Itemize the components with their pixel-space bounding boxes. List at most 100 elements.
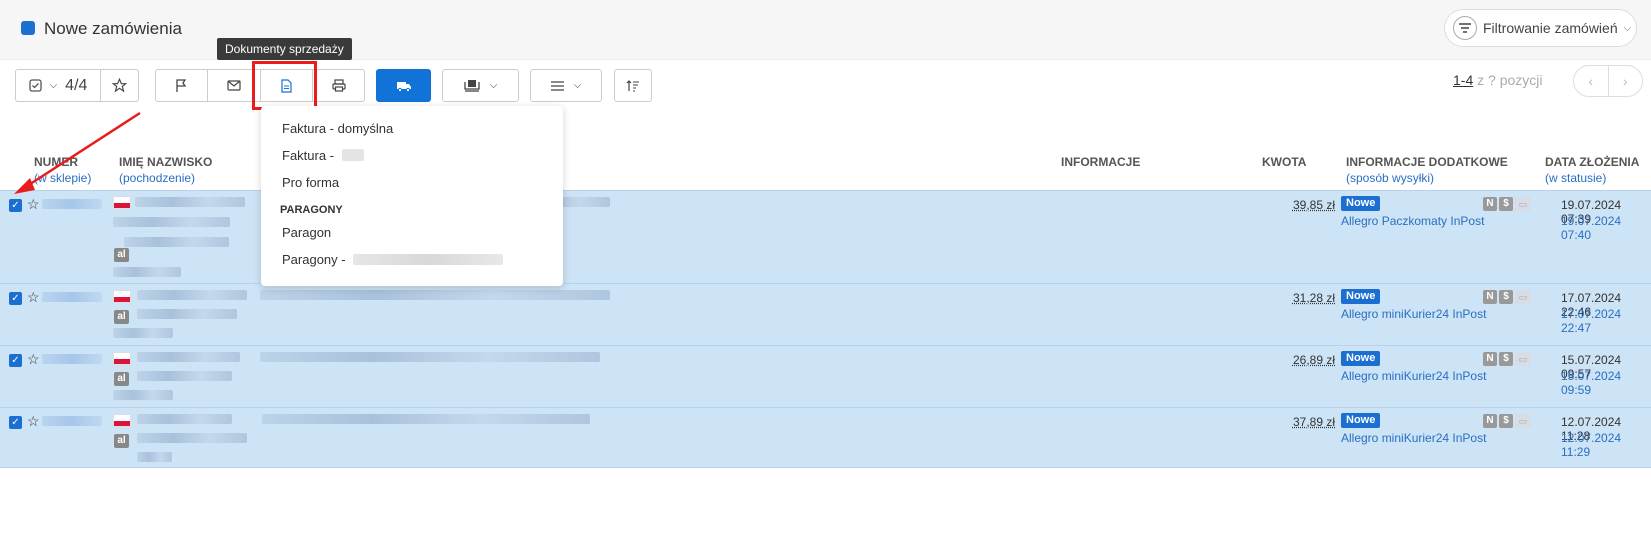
chevron-down-icon: ⌵ xyxy=(573,80,582,91)
sort-icon xyxy=(626,79,639,92)
row-checkbox[interactable]: ✓ xyxy=(9,354,22,367)
table-row[interactable]: ✓ ☆ al 26,89 zł Nowe N $ ▭ Allegro miniK… xyxy=(0,345,1651,407)
shipping-status-icon: ▭ xyxy=(1515,290,1531,304)
prev-page-button[interactable]: ‹ xyxy=(1574,66,1609,96)
n-icon: N xyxy=(1483,414,1497,428)
col-extra[interactable]: INFORMACJE DODATKOWE xyxy=(1346,155,1508,169)
filter-icon xyxy=(1453,16,1477,40)
mail-icon xyxy=(227,80,241,91)
printer-icon xyxy=(331,79,346,92)
menu-item-receipt[interactable]: Paragon xyxy=(282,225,331,240)
customer-detail xyxy=(137,309,237,319)
poland-flag-icon xyxy=(113,414,131,427)
order-info xyxy=(260,290,610,300)
row-checkbox[interactable]: ✓ xyxy=(9,199,22,212)
star-icon[interactable]: ☆ xyxy=(27,351,40,368)
table-row[interactable]: ✓ ☆ al 37,89 zł Nowe N $ ▭ Allegro miniK… xyxy=(0,407,1651,468)
customer-detail xyxy=(113,328,173,338)
order-number[interactable] xyxy=(42,199,102,209)
menu-item-proforma[interactable]: Pro forma xyxy=(282,175,339,190)
payment-icon: $ xyxy=(1499,414,1513,428)
customer-detail xyxy=(124,237,229,247)
n-icon: N xyxy=(1483,290,1497,304)
date-status: 12.07.2024 11:29 xyxy=(1561,431,1622,459)
chevron-right-icon: › xyxy=(1622,73,1628,89)
customer-detail xyxy=(113,267,181,277)
poland-flag-icon xyxy=(113,352,131,365)
date-status: 19.07.2024 07:40 xyxy=(1561,214,1622,242)
status-badge: Nowe xyxy=(1341,196,1381,211)
col-date[interactable]: DATA ZŁOŻENIA xyxy=(1545,155,1639,169)
chevron-down-icon: ⌵ xyxy=(489,80,498,91)
menu-icon xyxy=(550,80,564,91)
customer-detail xyxy=(137,452,172,462)
customer-detail xyxy=(113,217,230,227)
payment-icon: $ xyxy=(1499,290,1513,304)
col-info[interactable]: INFORMACJE xyxy=(1061,155,1140,169)
filter-label: Filtrowanie zamówień xyxy=(1483,20,1618,36)
allegro-badge: al xyxy=(114,372,129,386)
menu-item-receipts-label: Paragony - xyxy=(282,252,346,267)
payment-icon: $ xyxy=(1499,352,1513,366)
next-page-button[interactable]: › xyxy=(1609,66,1643,96)
redacted-text xyxy=(341,149,364,161)
star-icon[interactable]: ☆ xyxy=(27,289,40,306)
menu-item-receipts[interactable]: Paragony - xyxy=(282,252,504,267)
print-button[interactable] xyxy=(313,69,365,102)
col-extra-sub: (sposób wysyłki) xyxy=(1346,171,1435,185)
shipping-method: Allegro miniKurier24 InPost xyxy=(1341,369,1487,383)
allegro-badge: al xyxy=(114,434,129,448)
warehouse-dropdown[interactable]: ⌵ xyxy=(442,69,519,102)
poland-flag-icon xyxy=(113,290,131,303)
allegro-badge: al xyxy=(114,248,129,262)
customer-detail xyxy=(137,371,232,381)
shipping-button[interactable] xyxy=(376,69,431,102)
shipping-status-icon: ▭ xyxy=(1515,414,1531,428)
star-icon[interactable]: ☆ xyxy=(27,413,40,430)
shipping-method: Allegro miniKurier24 InPost xyxy=(1341,307,1487,321)
date-status: 17.07.2024 22:47 xyxy=(1561,307,1622,335)
shipping-method: Allegro miniKurier24 InPost xyxy=(1341,431,1487,445)
row-checkbox[interactable]: ✓ xyxy=(9,416,22,429)
pagination-range[interactable]: 1-4 xyxy=(1453,72,1473,88)
filter-orders-button[interactable]: Filtrowanie zamówień ⌵ xyxy=(1444,9,1637,47)
customer-name xyxy=(137,290,247,300)
status-badge: Nowe xyxy=(1341,413,1381,428)
date-status: 15.07.2024 09:59 xyxy=(1561,369,1622,397)
tooltip: Dokumenty sprzedaży xyxy=(217,38,352,60)
shipping-status-icon: ▭ xyxy=(1515,352,1531,366)
pallet-icon xyxy=(464,80,480,92)
order-amount: 31,28 zł xyxy=(1292,291,1335,305)
pager: ‹ › xyxy=(1573,65,1643,97)
menu-section-receipts: PARAGONY xyxy=(280,204,343,216)
menu-item-invoice-default[interactable]: Faktura - domyślna xyxy=(282,121,393,136)
shipping-method: Allegro Paczkomaty InPost xyxy=(1341,214,1485,228)
status-badge: Nowe xyxy=(1341,289,1381,304)
customer-name xyxy=(137,352,240,362)
table-row[interactable]: ✓ ☆ al 31,28 zł Nowe N $ ▭ Allegro miniK… xyxy=(0,283,1651,345)
order-amount: 39,85 zł xyxy=(1292,198,1335,212)
page: Nowe zamówienia Filtrowanie zamówień ⌵ D… xyxy=(0,0,1651,547)
col-date-sub: (w statusie) xyxy=(1545,171,1607,185)
menu-item-invoice-label: Faktura - xyxy=(282,148,335,163)
order-number[interactable] xyxy=(42,354,102,364)
order-number[interactable] xyxy=(42,292,102,302)
col-amount[interactable]: KWOTA xyxy=(1262,155,1306,169)
sales-documents-menu: Faktura - domyślna Faktura - Pro forma P… xyxy=(261,106,563,286)
more-actions-dropdown[interactable]: ⌵ xyxy=(530,69,602,102)
allegro-badge: al xyxy=(114,310,129,324)
sort-button[interactable] xyxy=(614,69,652,102)
truck-icon xyxy=(396,81,411,92)
shipping-status-icon: ▭ xyxy=(1515,197,1531,211)
flag-button[interactable] xyxy=(155,69,208,102)
order-number[interactable] xyxy=(42,416,102,426)
pagination-info: 1-4 z ? pozycji xyxy=(1453,72,1542,88)
customer-detail xyxy=(113,390,173,400)
customer-detail xyxy=(137,433,247,443)
row-checkbox[interactable]: ✓ xyxy=(9,292,22,305)
table-row[interactable]: ✓ ☆ al 39,85 zł Nowe N $ ▭ Allegro Paczk… xyxy=(0,190,1651,283)
chevron-down-icon: ⌵ xyxy=(1623,22,1632,34)
order-amount: 26,89 zł xyxy=(1292,353,1335,367)
menu-item-invoice[interactable]: Faktura - xyxy=(282,148,364,163)
flag-icon xyxy=(176,78,187,92)
